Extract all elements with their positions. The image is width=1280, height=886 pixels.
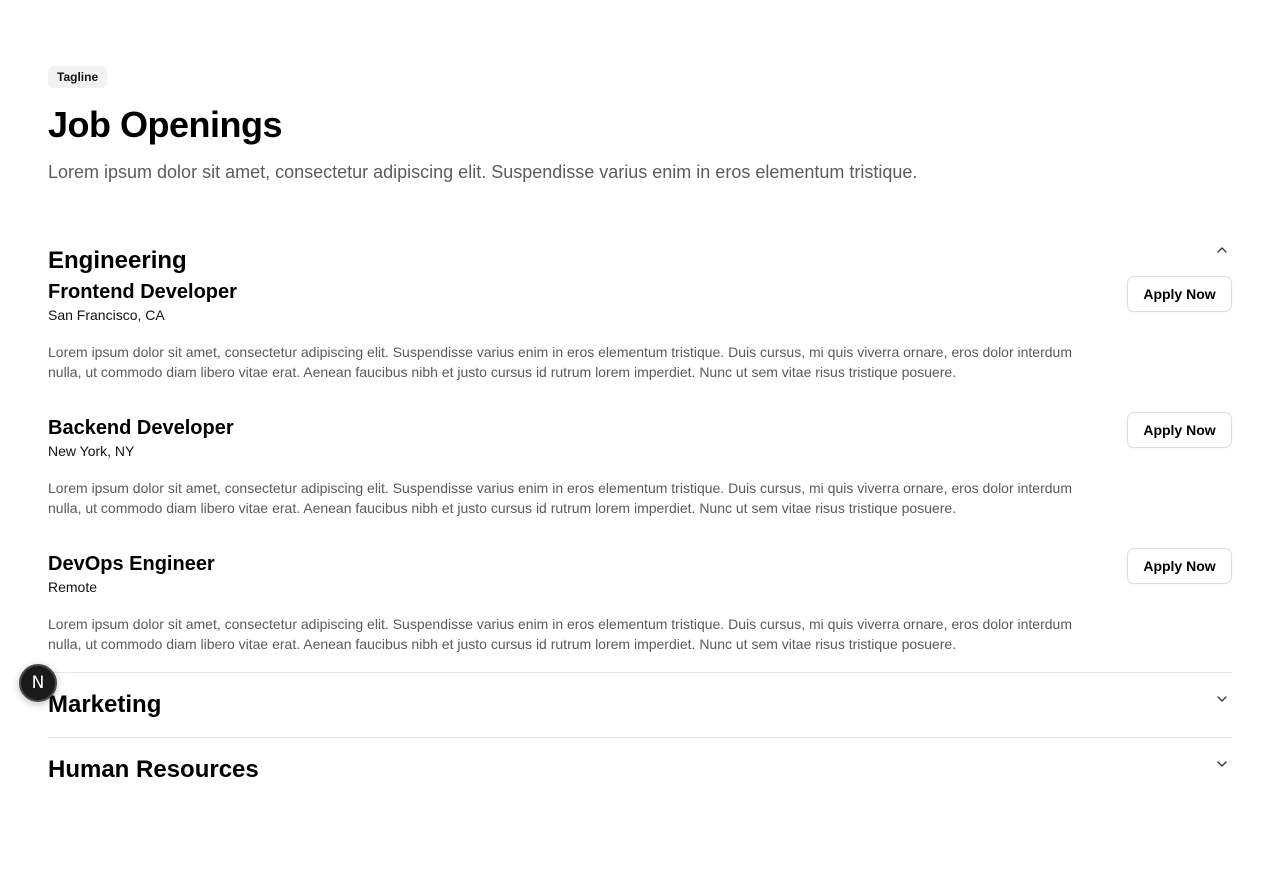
department-human-resources: Human Resources bbox=[48, 737, 1232, 802]
apply-now-button[interactable]: Apply Now bbox=[1127, 548, 1232, 584]
page-title: Job Openings bbox=[48, 104, 283, 145]
tagline-badge: Tagline bbox=[48, 66, 108, 88]
job-location: Remote bbox=[48, 579, 98, 595]
page: Tagline Job Openings Lorem ipsum dolor s… bbox=[0, 0, 1280, 886]
apply-now-button[interactable]: Apply Now bbox=[1127, 412, 1232, 448]
job-item: Backend Developer New York, NY Lorem ips… bbox=[48, 412, 1232, 518]
job-location: New York, NY bbox=[48, 443, 135, 459]
chevron-down-icon bbox=[1217, 761, 1227, 767]
job-title: Frontend Developer bbox=[48, 281, 237, 303]
job-description: Lorem ipsum dolor sit amet, consectetur … bbox=[48, 344, 1072, 380]
department-title: Marketing bbox=[48, 691, 162, 718]
page-header: Tagline Job Openings Lorem ipsum dolor s… bbox=[48, 0, 1232, 185]
job-title: Backend Developer bbox=[48, 417, 234, 439]
job-list: Frontend Developer San Francisco, CA Lor… bbox=[48, 276, 1232, 672]
chevron-up-icon bbox=[1217, 247, 1227, 253]
department-engineering-toggle[interactable]: Engineering bbox=[48, 244, 1232, 278]
department-marketing-toggle[interactable]: Marketing bbox=[48, 673, 1232, 737]
nextjs-logo-icon[interactable]: N bbox=[19, 664, 57, 702]
job-description: Lorem ipsum dolor sit amet, consectetur … bbox=[48, 616, 1072, 652]
job-title: DevOps Engineer bbox=[48, 553, 215, 575]
apply-now-button[interactable]: Apply Now bbox=[1127, 276, 1232, 312]
chevron-down-icon bbox=[1217, 696, 1227, 702]
job-item: DevOps Engineer Remote Lorem ipsum dolor… bbox=[48, 548, 1232, 654]
department-title: Engineering bbox=[48, 247, 187, 274]
departments-accordion: Engineering Frontend Developer San Franc… bbox=[48, 244, 1232, 802]
department-marketing: Marketing bbox=[48, 672, 1232, 737]
job-description: Lorem ipsum dolor sit amet, consectetur … bbox=[48, 480, 1072, 516]
department-title: Human Resources bbox=[48, 756, 259, 783]
job-location: San Francisco, CA bbox=[48, 307, 165, 323]
department-engineering: Engineering Frontend Developer San Franc… bbox=[48, 244, 1232, 672]
job-item: Frontend Developer San Francisco, CA Lor… bbox=[48, 276, 1232, 382]
page-subtitle: Lorem ipsum dolor sit amet, consectetur … bbox=[48, 162, 918, 182]
department-human-resources-toggle[interactable]: Human Resources bbox=[48, 738, 1232, 802]
